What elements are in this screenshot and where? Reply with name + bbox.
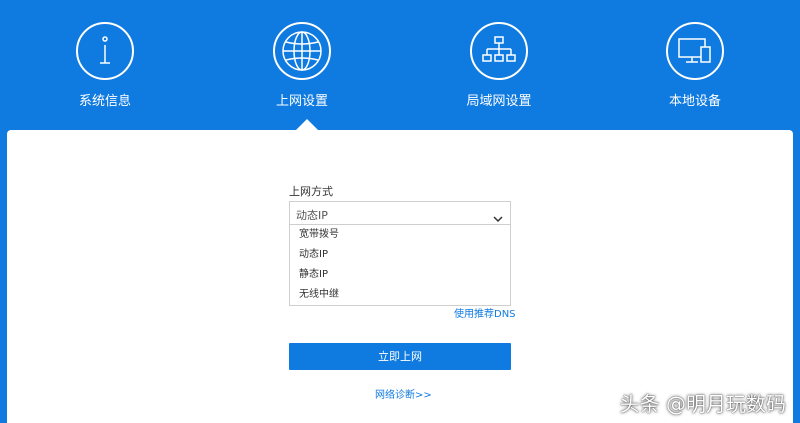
wan-option-static-ip[interactable]: 静态IP: [290, 265, 510, 285]
nav-label-local-devices: 本地设备: [668, 94, 721, 109]
nav-item-local-devices[interactable]: 本地设备: [625, 22, 765, 110]
connect-now-button[interactable]: 立即上网: [289, 343, 511, 370]
wan-type-selected-value: 动态IP: [296, 209, 328, 222]
info-icon: [76, 22, 134, 80]
nav-item-lan-settings[interactable]: 局域网设置: [429, 22, 569, 110]
watermark-text: 头条 @明月玩数码: [619, 392, 786, 416]
network-diagnose-link[interactable]: 网络诊断>>: [375, 386, 432, 401]
use-recommended-dns-link[interactable]: 使用推荐DNS: [454, 305, 516, 320]
nav-item-internet-settings[interactable]: 上网设置: [232, 22, 372, 110]
network-tree-icon: [470, 22, 528, 80]
devices-icon: [666, 22, 724, 80]
nav-item-system-info[interactable]: 系统信息: [35, 22, 175, 110]
wan-option-wireless-relay[interactable]: 无线中继: [290, 285, 510, 305]
globe-icon: [273, 22, 331, 80]
active-tab-indicator: [296, 119, 318, 130]
top-navigation: 系统信息 上网设置 局域网设置 本地设备: [0, 0, 800, 130]
wan-type-label: 上网方式: [289, 185, 333, 198]
wan-type-select[interactable]: 动态IP: [289, 201, 511, 225]
wan-option-dhcp[interactable]: 动态IP: [290, 245, 510, 265]
wan-option-pppoe[interactable]: 宽带拨号: [290, 225, 510, 245]
wan-type-dropdown: 宽带拨号 动态IP 静态IP 无线中继: [289, 224, 511, 306]
nav-label-lan-settings: 局域网设置: [466, 94, 532, 109]
nav-label-internet-settings: 上网设置: [275, 94, 328, 109]
nav-label-system-info: 系统信息: [78, 94, 131, 109]
